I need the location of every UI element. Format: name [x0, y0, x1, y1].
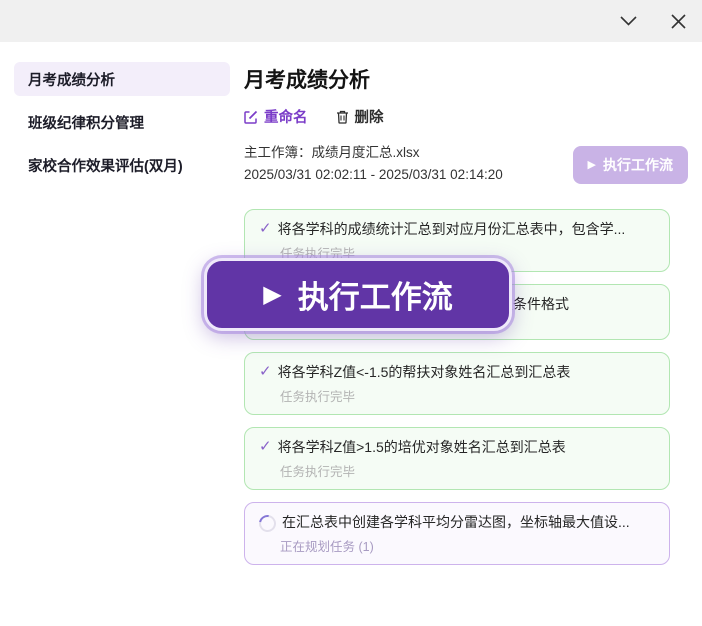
meta-row: 主工作簿：成绩月度汇总.xlsx 2025/03/31 02:02:11 - 2…: [244, 142, 688, 185]
trash-icon: [336, 110, 349, 124]
task-status: 正在规划任务 (1): [280, 536, 655, 555]
rename-label: 重命名: [264, 106, 308, 127]
sidebar-item-label: 月考成绩分析: [28, 69, 115, 90]
edit-icon: [244, 110, 258, 124]
run-workflow-button[interactable]: ▶ 执行工作流: [573, 146, 688, 184]
titlebar: [0, 0, 702, 42]
check-icon: ✓: [259, 362, 272, 382]
time-range: 2025/03/31 02:02:11 - 2025/03/31 02:14:2…: [244, 164, 503, 186]
rename-button[interactable]: 重命名: [244, 106, 308, 127]
check-icon: ✓: [259, 219, 272, 239]
run-workflow-magnified-label: 执行工作流: [298, 272, 453, 317]
sidebar-item-label: 家校合作效果评估(双月): [28, 155, 183, 176]
delete-button[interactable]: 删除: [336, 106, 384, 127]
spinner-icon: [256, 512, 280, 536]
task-status: 任务执行完毕: [280, 461, 655, 480]
task-title: 在汇总表中创建各学科平均分雷达图，坐标轴最大值设...: [282, 512, 630, 532]
sidebar-item-label: 班级纪律积分管理: [28, 112, 144, 133]
delete-label: 删除: [355, 106, 384, 127]
page-title: 月考成绩分析: [244, 64, 688, 94]
check-icon: ✓: [259, 437, 272, 457]
task-title: 将各学科的成绩统计汇总到对应月份汇总表中，包含学...: [278, 219, 626, 239]
run-workflow-magnified-button[interactable]: ▶ 执行工作流: [204, 258, 512, 331]
action-row: 重命名 删除: [244, 106, 688, 127]
run-workflow-label: 执行工作流: [603, 155, 673, 175]
meta-info: 主工作簿：成绩月度汇总.xlsx 2025/03/31 02:02:11 - 2…: [244, 142, 503, 185]
sidebar-item-home-school-eval[interactable]: 家校合作效果评估(双月): [14, 148, 230, 182]
task-title: 将各学科Z值<-1.5的帮扶对象姓名汇总到汇总表: [278, 362, 571, 382]
sidebar-item-discipline-points[interactable]: 班级纪律积分管理: [14, 105, 230, 139]
task-title: 将各学科Z值>1.5的培优对象姓名汇总到汇总表: [278, 437, 566, 457]
task-card-5[interactable]: 在汇总表中创建各学科平均分雷达图，坐标轴最大值设... 正在规划任务 (1): [244, 502, 670, 565]
play-icon: ▶: [588, 160, 596, 171]
workbook-line: 主工作簿：成绩月度汇总.xlsx: [244, 142, 503, 164]
task-card-4[interactable]: ✓ 将各学科Z值>1.5的培优对象姓名汇总到汇总表 任务执行完毕: [244, 427, 670, 490]
chevron-down-icon[interactable]: [618, 11, 638, 31]
sidebar-item-monthly-score-analysis[interactable]: 月考成绩分析: [14, 62, 230, 96]
close-icon[interactable]: [668, 11, 688, 31]
task-card-3[interactable]: ✓ 将各学科Z值<-1.5的帮扶对象姓名汇总到汇总表 任务执行完毕: [244, 352, 670, 415]
play-icon: ▶: [263, 283, 281, 307]
task-status: 任务执行完毕: [280, 386, 655, 405]
